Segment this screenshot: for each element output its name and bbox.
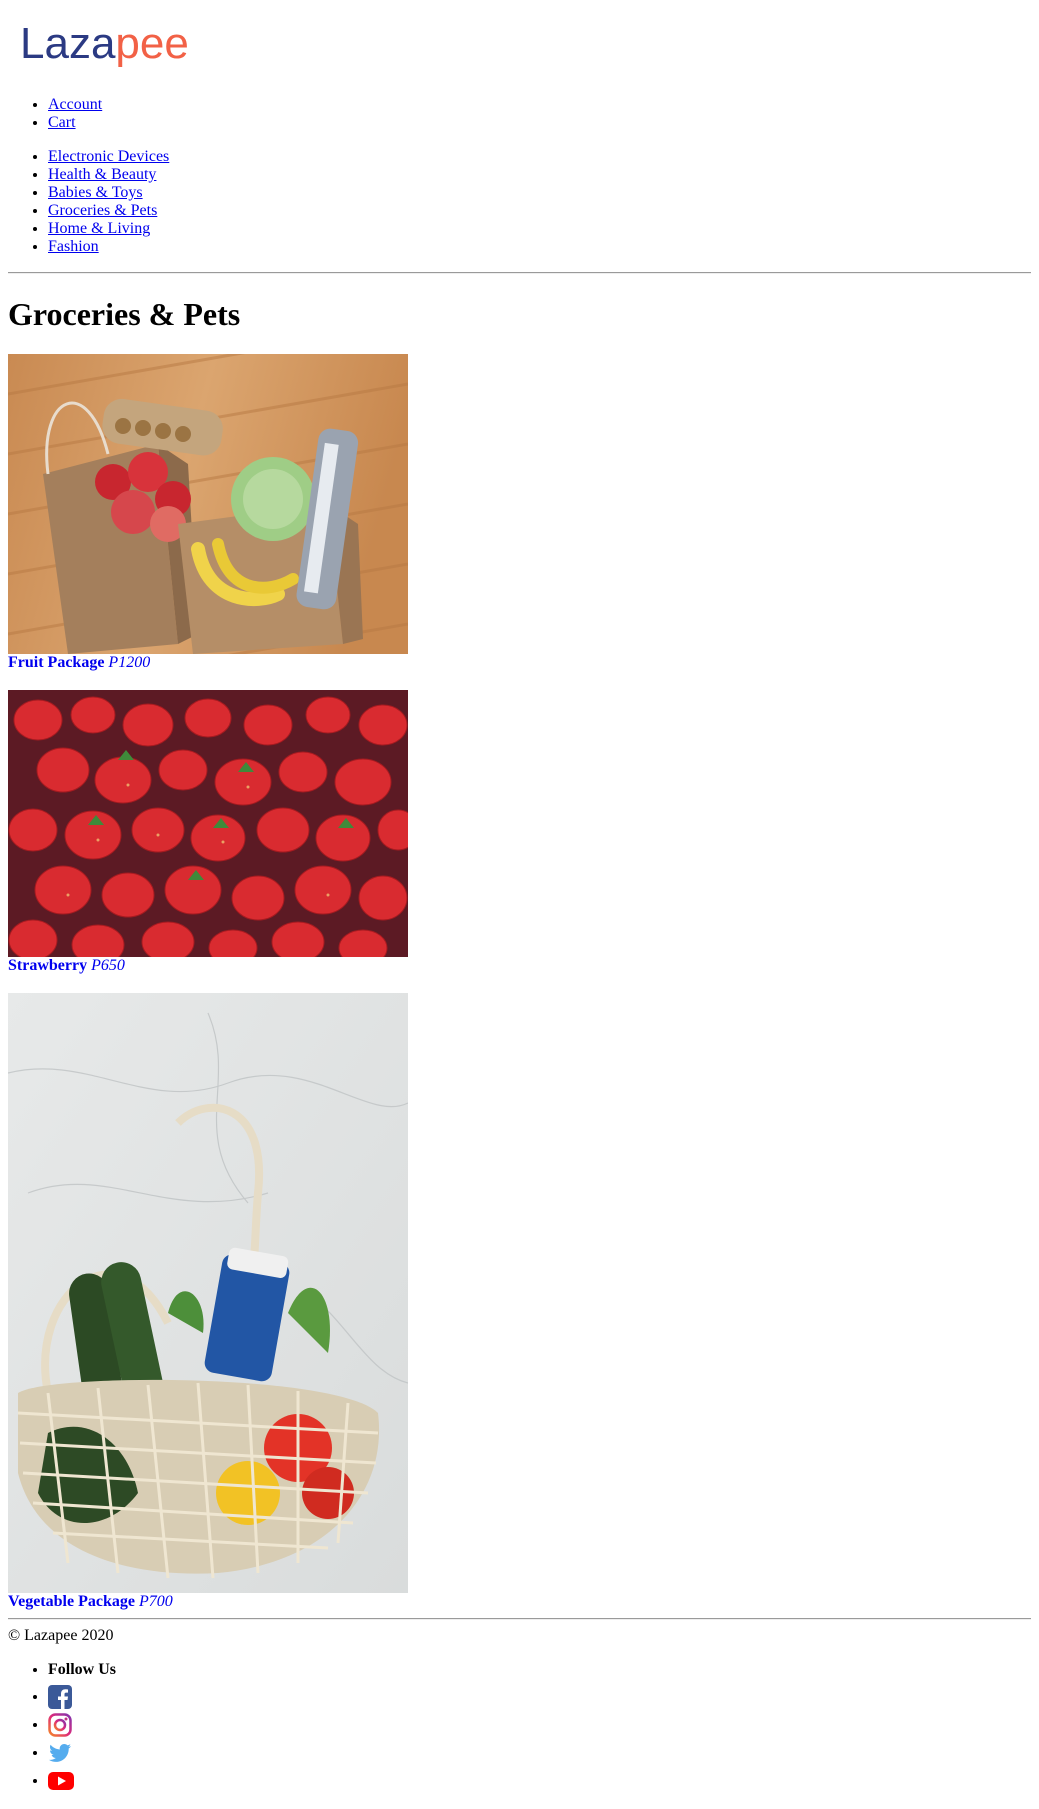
product-card: Vegetable Package P700: [8, 993, 408, 1611]
category-nav: Electronic Devices Health & Beauty Babie…: [8, 148, 169, 256]
category-link-groceries-pets[interactable]: Groceries & Pets: [48, 202, 157, 219]
twitter-icon: [49, 1744, 71, 1763]
social-item-instagram: [48, 1711, 116, 1739]
social-item-twitter: [48, 1739, 116, 1767]
follow-us-label: Follow Us: [48, 1661, 116, 1679]
social-links: Follow Us: [8, 1661, 116, 1795]
vegetable-net-bag-photo[interactable]: [8, 993, 408, 1593]
footer-divider: [8, 1618, 1031, 1620]
social-item-facebook: [48, 1683, 116, 1711]
twitter-link[interactable]: [48, 1744, 72, 1763]
category-item: Home & Living: [48, 220, 169, 238]
category-item: Groceries & Pets: [48, 202, 169, 220]
category-item: Babies & Toys: [48, 184, 169, 202]
nav-item-account: Account: [48, 96, 102, 114]
instagram-link[interactable]: [48, 1713, 72, 1738]
product-link-fruit-package[interactable]: Fruit Package P1200: [8, 354, 408, 672]
product-name: Strawberry: [8, 957, 88, 974]
product-caption[interactable]: Strawberry P650: [8, 957, 408, 975]
category-link-home-living[interactable]: Home & Living: [48, 220, 150, 237]
youtube-icon: [48, 1772, 74, 1791]
category-link-fashion[interactable]: Fashion: [48, 238, 99, 255]
category-link-babies-toys[interactable]: Babies & Toys: [48, 184, 143, 201]
account-link[interactable]: Account: [48, 96, 102, 113]
header-divider: [8, 272, 1031, 274]
logo-text-part1: Laza: [20, 19, 116, 68]
product-name: Fruit Package: [8, 654, 105, 671]
category-item: Electronic Devices: [48, 148, 169, 166]
category-link-electronic-devices[interactable]: Electronic Devices: [48, 148, 169, 165]
product-name: Vegetable Package: [8, 1593, 135, 1610]
product-link-vegetable-package[interactable]: Vegetable Package P700: [8, 993, 408, 1611]
copyright-text: © Lazapee 2020: [8, 1627, 114, 1644]
product-card: Fruit Package P1200: [8, 354, 408, 672]
nav-item-cart: Cart: [48, 114, 102, 132]
strawberries-photo[interactable]: [8, 690, 408, 957]
product-caption[interactable]: Vegetable Package P700: [8, 1593, 408, 1611]
logo-text-part2: pee: [115, 19, 188, 68]
account-nav: Account Cart: [8, 96, 102, 132]
social-item-youtube: [48, 1767, 116, 1795]
facebook-icon: [48, 1685, 72, 1710]
category-item: Health & Beauty: [48, 166, 169, 184]
category-link-health-beauty[interactable]: Health & Beauty: [48, 166, 156, 183]
lazapee-logo[interactable]: Lazapee: [20, 18, 200, 74]
product-price: P650: [91, 957, 125, 974]
grocery-bags-photo[interactable]: [8, 354, 408, 654]
logo-text: Lazapee: [20, 19, 189, 68]
instagram-icon: [48, 1713, 72, 1738]
page-title: Groceries & Pets: [8, 296, 241, 332]
youtube-link[interactable]: [48, 1772, 74, 1791]
product-card: Strawberry P650: [8, 690, 408, 975]
product-price: P1200: [108, 654, 151, 671]
facebook-link[interactable]: [48, 1685, 72, 1710]
cart-link[interactable]: Cart: [48, 114, 76, 131]
product-price: P700: [138, 1593, 173, 1610]
product-link-strawberry[interactable]: Strawberry P650: [8, 690, 408, 975]
product-caption[interactable]: Fruit Package P1200: [8, 654, 408, 672]
category-item: Fashion: [48, 238, 169, 256]
